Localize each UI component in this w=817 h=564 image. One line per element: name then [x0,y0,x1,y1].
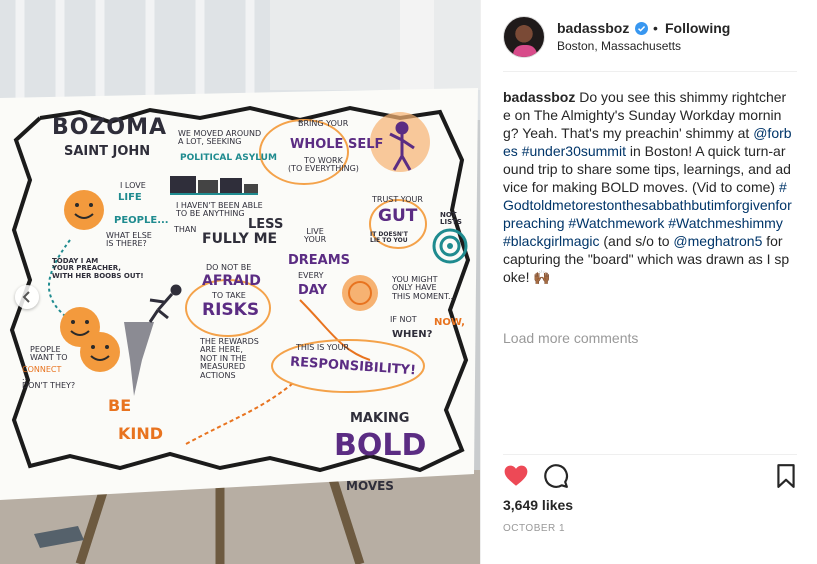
board-whole-3: TO WORK (TO EVERYTHING) [288,156,359,174]
board-name: BOZOMA [52,115,168,140]
separator-dot: • [653,20,658,36]
mention-link[interactable]: @meghatron5 [673,233,762,249]
board-people-3: ... DON'T THEY? [22,373,76,391]
board-able-3: THAN [174,225,197,234]
hashtag-link[interactable]: #under30summit [522,143,626,159]
post-photo: BOZOMA SAINT JOHN WE MOVED AROUND A LOT,… [0,0,480,564]
username-link[interactable]: badassboz [557,20,629,36]
post-caption: badassboz Do you see this shimmy rightch… [503,88,793,286]
heart-icon[interactable] [503,463,529,489]
bookmark-icon[interactable] [775,463,797,489]
board-love-1: I LOVE [120,181,146,190]
board-lists: NOT LISTS [440,211,462,227]
board-resp-2: RESPONSIBILITY! [289,354,417,379]
board-live-4: DAY [298,283,328,298]
hashtag-link[interactable]: #Watchmework [568,215,664,231]
load-more-comments-link[interactable]: Load more comments [503,330,638,346]
board-today: TODAY I AM YOUR PREACHER, WITH HER BOOBS… [52,257,144,280]
post-sidebar: badassboz • Following Boston, Massachuse… [480,0,817,564]
board-trust-3: IT DOESN'T LIE TO YOU [370,231,408,245]
caption-text: (and s/o to [599,233,674,249]
location-link[interactable]: Boston, Massachusetts [557,39,681,53]
board-kind-1: BE [108,396,132,415]
board-trust-1: TRUST YOUR [372,195,423,204]
whiteboard: BOZOMA SAINT JOHN WE MOVED AROUND A LOT,… [0,0,480,564]
board-bold-2: BOLD [334,428,427,463]
board-resp-1: THIS IS YOUR [296,343,350,352]
comment-icon[interactable] [543,463,569,489]
board-moment-2: IF NOT [390,315,417,324]
board-whole-1: BRING YOUR [298,119,349,128]
board-afraid-2: AFRAID [202,273,261,289]
board-moved: WE MOVED AROUND A LOT, SEEKING [178,129,262,147]
post-header: badassboz • Following Boston, Massachuse… [503,14,797,72]
hashtag-link[interactable]: #blackgirlmagic [503,233,599,249]
post-actions: 3,649 likes OCTOBER 1 [503,454,797,564]
board-live-1: LIVE YOUR [304,227,327,245]
board-name-sub: SAINT JOHN [64,144,151,159]
chevron-left-icon [22,291,30,303]
board-able-2: LESS [248,217,284,232]
verified-badge-icon [635,22,648,35]
board-moment-1: YOU MIGHT ONLY HAVE THIS MOMENT... [392,275,456,301]
previous-photo-button[interactable] [15,285,39,309]
board-moment-4: WHEN? [392,329,433,340]
board-afraid-1: DO NOT BE [206,263,252,272]
board-people-1: PEOPLE WANT TO [30,345,68,363]
avatar[interactable] [503,16,545,58]
post-date[interactable]: OCTOBER 1 [503,523,565,534]
board-trust-2: GUT [378,206,418,226]
board-live-2: DREAMS [288,253,351,268]
board-bold-1: MAKING [350,411,410,426]
board-live-3: EVERY [298,271,324,280]
following-button[interactable]: Following [665,20,730,36]
board-whole-2: WHOLE SELF [290,137,384,152]
board-rewards: THE REWARDS ARE HERE, NOT IN THE MEASURE… [200,337,259,380]
board-love-3: PEOPLE... [114,215,169,226]
board-asylum: POLITICAL ASYLUM [180,153,277,163]
board-bold-3: MOVES [346,479,394,493]
board-love-2: LIFE [118,192,142,203]
board-love-4: WHAT ELSE IS THERE? [106,231,152,249]
board-moment-3: NOW, [434,317,465,328]
hashtag-link[interactable]: #Watchmeshimmy [668,215,783,231]
likes-count[interactable]: 3,649 likes [503,497,573,513]
board-afraid-4: RISKS [202,300,260,320]
board-able-4: FULLY ME [202,231,278,247]
caption-author-link[interactable]: badassboz [503,89,575,105]
board-kind-2: KIND [118,424,164,443]
